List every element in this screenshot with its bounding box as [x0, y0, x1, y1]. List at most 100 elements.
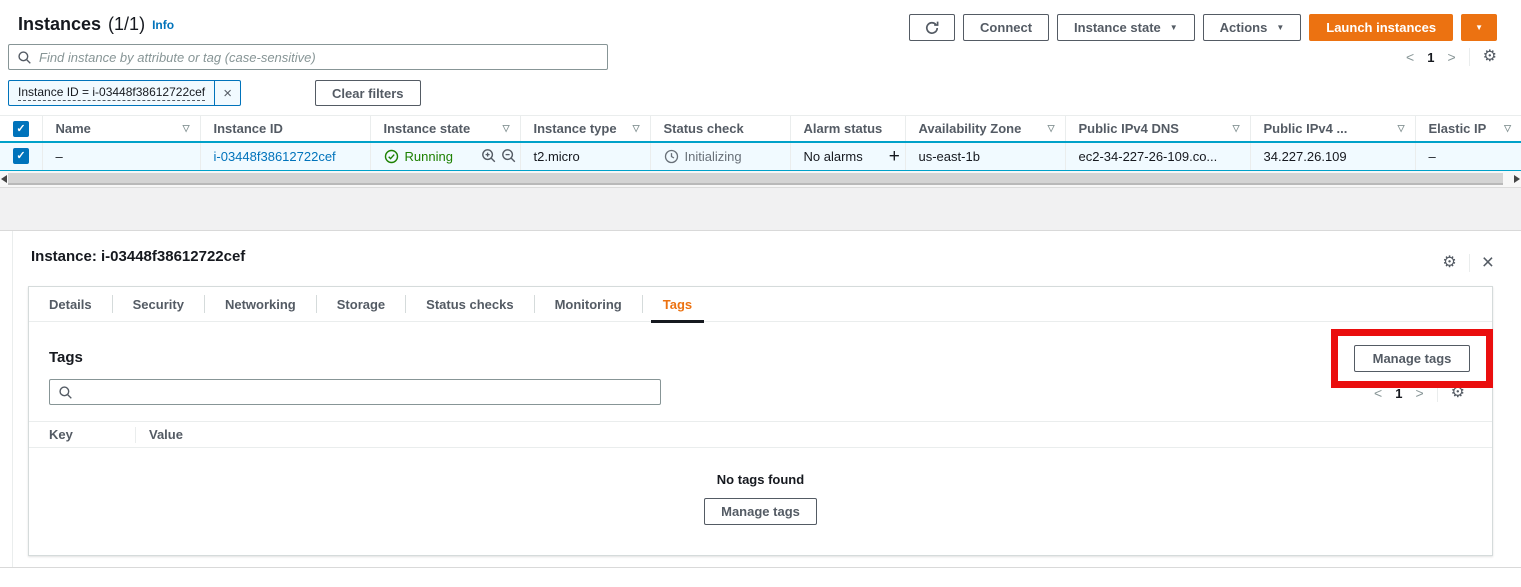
instance-count: (1/1) — [108, 14, 146, 34]
clear-filters-label: Clear filters — [332, 85, 404, 101]
divider — [1468, 253, 1470, 272]
select-all-checkbox[interactable]: ✓ — [13, 120, 29, 137]
tags-search-input[interactable] — [80, 384, 652, 400]
column-header-public-ipv4[interactable]: Public IPv4 ... ▽ — [1249, 115, 1415, 142]
remove-filter-icon[interactable]: × — [214, 81, 240, 105]
page-title: Instances — [18, 14, 102, 34]
column-header-name[interactable]: Name ▽ — [41, 115, 200, 142]
page-header: Instances (1/1) Info — [18, 14, 174, 35]
toolbar: Connect Instance state ▼ Actions ▼ Launc… — [909, 14, 1497, 41]
page-number[interactable]: 1 — [1395, 386, 1402, 401]
sort-icon[interactable]: ▽ — [503, 123, 510, 134]
next-page-icon[interactable]: > — [1447, 50, 1455, 64]
chevron-down-icon: ▼ — [1475, 23, 1483, 32]
cell-instance-type: t2.micro — [519, 140, 650, 172]
column-header-public-ipv4-dns[interactable]: Public IPv4 DNS ▽ — [1064, 115, 1250, 142]
detail-card: Details Security Networking Storage Stat… — [28, 286, 1493, 556]
sort-icon[interactable]: ▽ — [1504, 123, 1511, 134]
info-link[interactable]: Info — [152, 18, 174, 32]
manage-tags-label: Manage tags — [1372, 351, 1452, 366]
cell-status-check: Initializing — [649, 140, 790, 172]
scroll-left-icon[interactable] — [1, 175, 7, 183]
table-header-row: ✓ Name ▽ Instance ID Instance state ▽ In… — [0, 115, 1521, 142]
instance-state-label: Instance state — [1074, 20, 1161, 35]
gear-icon[interactable]: ⚙ — [1483, 49, 1497, 65]
gear-icon[interactable]: ⚙ — [1451, 385, 1465, 401]
instance-row[interactable]: ✓ – i-03448f38612722cef Running t2.micro… — [0, 140, 1521, 172]
detail-controls: ⚙ × — [1442, 252, 1494, 273]
column-header-elastic-ip[interactable]: Elastic IP ▽ — [1414, 115, 1521, 142]
filter-token[interactable]: Instance ID = i-03448f38612722cef × — [8, 80, 242, 106]
tab-storage[interactable]: Storage — [317, 287, 405, 322]
detail-heading: Instance: i-03448f38612722cef — [31, 248, 246, 265]
manage-tags-button-empty-state[interactable]: Manage tags — [704, 498, 817, 525]
row-checkbox[interactable]: ✓ — [13, 148, 29, 165]
cell-instance-id: i-03448f38612722cef — [199, 140, 370, 172]
cell-public-ipv4-dns: ec2-34-227-26-109.co... — [1064, 140, 1250, 172]
instance-state-value: Running — [404, 148, 453, 164]
divider — [1436, 384, 1438, 402]
clock-icon — [664, 149, 679, 164]
sort-icon[interactable]: ▽ — [633, 123, 640, 134]
filter-token-label: Instance ID = i-03448f38612722cef — [18, 85, 206, 101]
next-page-icon[interactable]: > — [1415, 386, 1423, 400]
cell-name: – — [41, 140, 200, 172]
previous-page-icon[interactable]: < — [1374, 386, 1382, 400]
alarm-status-value: No alarms — [803, 148, 863, 164]
column-header-key[interactable]: Key — [29, 427, 135, 442]
tab-networking[interactable]: Networking — [205, 287, 316, 322]
tab-status-checks[interactable]: Status checks — [406, 287, 533, 322]
tab-details[interactable]: Details — [29, 287, 112, 322]
cell-instance-state: Running — [369, 140, 520, 172]
clear-filters-button[interactable]: Clear filters — [315, 80, 421, 106]
tab-security[interactable]: Security — [113, 287, 204, 322]
tags-panel-title: Tags — [49, 349, 83, 366]
cell-availability-zone: us-east-1b — [904, 140, 1065, 172]
instance-search-input[interactable] — [39, 49, 599, 65]
search-icon — [58, 385, 73, 400]
instance-state-dropdown[interactable]: Instance state ▼ — [1057, 14, 1195, 41]
close-icon[interactable]: × — [1482, 252, 1494, 273]
column-header-status-check[interactable]: Status check — [649, 115, 790, 142]
refresh-button[interactable] — [909, 14, 956, 41]
sort-icon[interactable]: ▽ — [1048, 123, 1055, 134]
zoom-in-icon[interactable] — [481, 148, 497, 164]
gear-icon[interactable]: ⚙ — [1442, 254, 1456, 271]
launch-instances-button[interactable]: Launch instances — [1309, 14, 1454, 41]
sort-icon[interactable]: ▽ — [1233, 123, 1240, 134]
column-header-instance-id[interactable]: Instance ID — [199, 115, 370, 142]
search-icon — [17, 50, 32, 65]
add-alarm-icon[interactable]: + — [889, 147, 900, 166]
connect-label: Connect — [980, 20, 1033, 35]
actions-dropdown[interactable]: Actions ▼ — [1202, 14, 1302, 41]
tags-table-header: Key Value — [29, 421, 1492, 448]
column-header-value[interactable]: Value — [136, 427, 183, 442]
instances-table: ✓ Name ▽ Instance ID Instance state ▽ In… — [0, 115, 1521, 172]
tab-tags[interactable]: Tags — [643, 287, 712, 323]
sort-icon[interactable]: ▽ — [1398, 123, 1405, 134]
row-select-cell: ✓ — [0, 140, 42, 172]
previous-page-icon[interactable]: < — [1406, 50, 1414, 64]
scroll-right-icon[interactable] — [1514, 175, 1520, 183]
instance-search — [8, 44, 608, 70]
select-all-cell: ✓ — [0, 115, 42, 142]
ec2-console: Instances (1/1) Info Connect Instance st… — [0, 0, 1521, 587]
scrollbar-thumb[interactable] — [8, 173, 1503, 185]
zoom-out-icon[interactable] — [501, 148, 517, 164]
connect-button[interactable]: Connect — [963, 14, 1050, 41]
status-check-value: Initializing — [684, 148, 742, 164]
actions-label: Actions — [1219, 20, 1268, 35]
column-header-availability-zone[interactable]: Availability Zone ▽ — [904, 115, 1065, 142]
top-pagination: < 1 > ⚙ — [1406, 48, 1497, 66]
column-header-instance-type[interactable]: Instance type ▽ — [519, 115, 650, 142]
page-number[interactable]: 1 — [1427, 50, 1434, 65]
manage-tags-button[interactable]: Manage tags — [1354, 345, 1470, 372]
instance-detail-panel: Instance: i-03448f38612722cef ⚙ × Detail… — [12, 231, 1521, 568]
tab-monitoring[interactable]: Monitoring — [535, 287, 642, 322]
sort-icon[interactable]: ▽ — [183, 123, 190, 134]
column-header-instance-state[interactable]: Instance state ▽ — [369, 115, 520, 142]
running-check-icon — [384, 149, 399, 164]
launch-instances-caret-button[interactable]: ▼ — [1461, 14, 1497, 41]
column-header-alarm-status[interactable]: Alarm status — [789, 115, 905, 142]
instance-id-link[interactable]: i-03448f38612722cef — [214, 149, 336, 164]
